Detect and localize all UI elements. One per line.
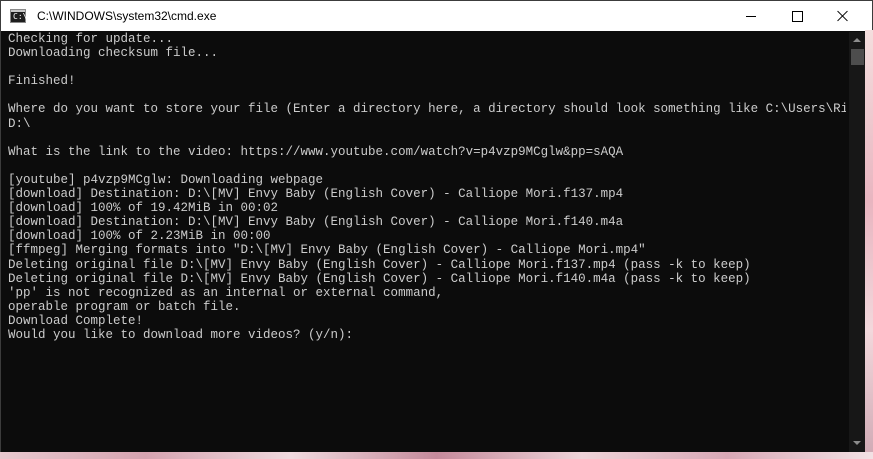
- console-line: [ffmpeg] Merging formats into "D:\[MV] E…: [8, 243, 646, 258]
- title-bar[interactable]: C:\ C:\WINDOWS\system32\cmd.exe: [1, 1, 872, 31]
- console-line: Where do you want to store your file (En…: [8, 102, 846, 117]
- maximize-icon: [791, 10, 803, 22]
- console-output[interactable]: Checking for update... Downloading checks…: [8, 32, 846, 456]
- scroll-up-arrow-icon[interactable]: [853, 38, 861, 42]
- cmd-window: C:\ C:\WINDOWS\system32\cmd.exe Checking…: [0, 0, 873, 459]
- console-line: Deleting original file D:\[MV] Envy Baby…: [8, 271, 751, 286]
- minimize-button[interactable]: [728, 1, 774, 31]
- minimize-icon: [746, 15, 756, 17]
- console-line: Would you like to download more videos? …: [8, 327, 354, 342]
- close-icon: [837, 10, 849, 22]
- scrollbar-thumb[interactable]: [851, 49, 864, 65]
- console-line: 'pp' is not recognized as an internal or…: [8, 285, 444, 300]
- console-line: [download] 100% of 2.23MiB in 00:00: [8, 229, 271, 244]
- desktop-wallpaper-edge: [865, 30, 873, 459]
- window-title: C:\WINDOWS\system32\cmd.exe: [37, 9, 217, 23]
- console-line: Deleting original file D:\[MV] Envy Baby…: [8, 257, 751, 272]
- console-line: What is the link to the video: https://w…: [8, 144, 624, 159]
- scroll-down-arrow-icon[interactable]: [853, 441, 861, 445]
- console-line: D:\: [8, 116, 31, 131]
- console-line: operable program or batch file.: [8, 299, 241, 314]
- vertical-scrollbar[interactable]: [849, 32, 866, 453]
- desktop-wallpaper-bottom: [0, 452, 873, 459]
- app-icon-glyph: C:\: [13, 12, 28, 21]
- close-button[interactable]: [820, 1, 866, 31]
- console-line: Checking for update...: [8, 32, 174, 46]
- console-line: Download Complete!: [8, 313, 144, 328]
- maximize-button[interactable]: [774, 1, 820, 31]
- console-line: Downloading checksum file...: [8, 46, 219, 61]
- console-line: [download] 100% of 19.42MiB in 00:02: [8, 201, 279, 216]
- console-line: [download] Destination: D:\[MV] Envy Bab…: [8, 215, 624, 230]
- cmd-console-icon[interactable]: C:\: [10, 9, 28, 23]
- console-line: Finished!: [8, 74, 76, 89]
- console-line: [youtube] p4vzp9MCglw: Downloading webpa…: [8, 172, 324, 187]
- console-line: [download] Destination: D:\[MV] Envy Bab…: [8, 187, 624, 202]
